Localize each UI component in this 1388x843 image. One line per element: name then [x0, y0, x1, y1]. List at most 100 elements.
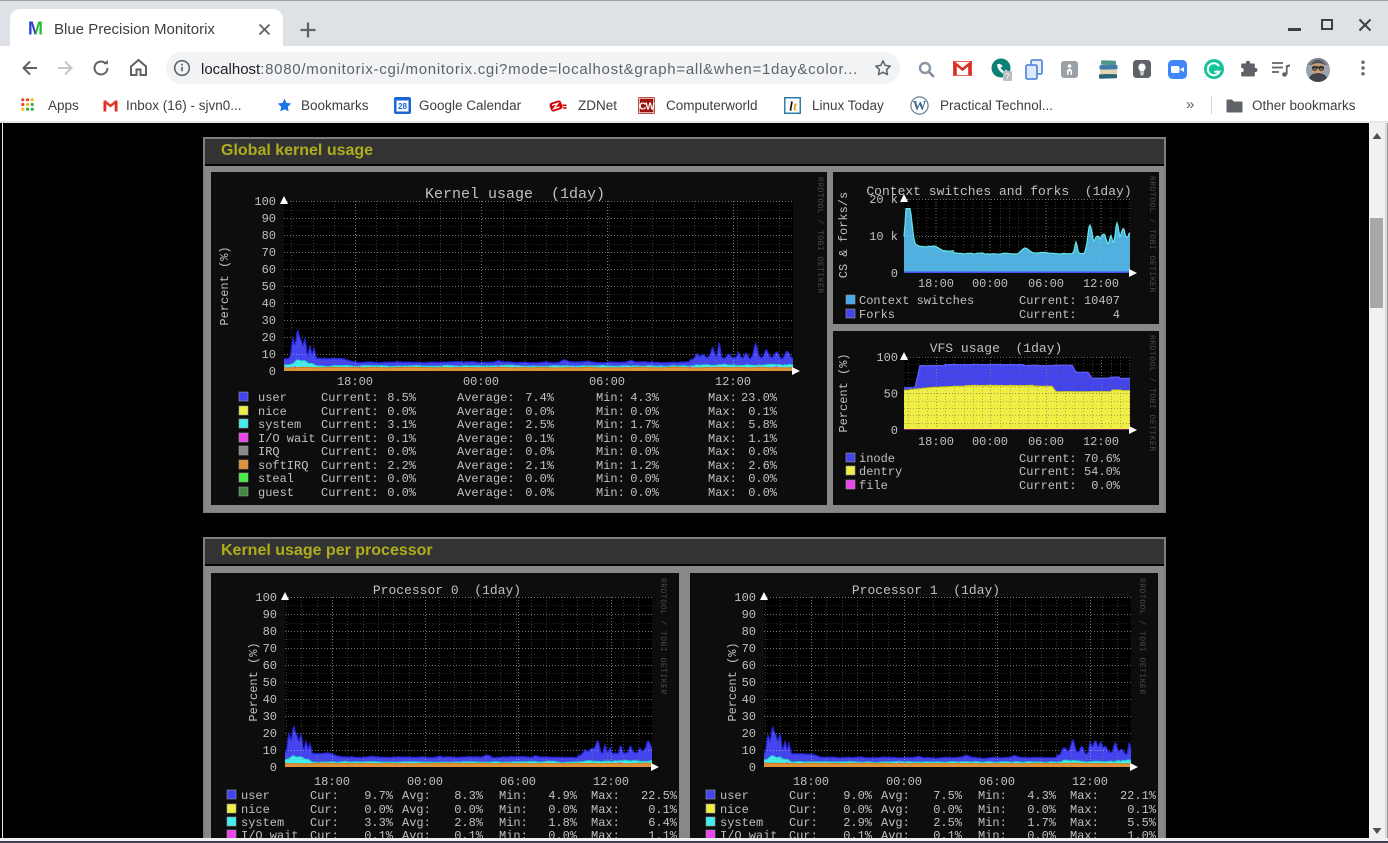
- svg-text:12:00: 12:00: [593, 775, 629, 789]
- svg-text:50: 50: [262, 280, 276, 294]
- svg-text:W: W: [913, 98, 927, 113]
- svg-text:5.5%: 5.5%: [1127, 816, 1157, 830]
- svg-text:0.0%: 0.0%: [630, 432, 660, 446]
- svg-text:1.7%: 1.7%: [1027, 816, 1057, 830]
- svg-text:Max:: Max:: [708, 445, 737, 459]
- svg-text:t: t: [793, 99, 797, 114]
- svg-text:10407: 10407: [1084, 294, 1120, 308]
- svg-text:20: 20: [263, 727, 277, 741]
- svg-text:80: 80: [742, 625, 756, 639]
- svg-text:Average:: Average:: [457, 432, 515, 446]
- svg-text:8.5%: 8.5%: [387, 391, 417, 405]
- svg-text:Max:: Max:: [1070, 816, 1099, 830]
- svg-text:0.1%: 0.1%: [1127, 803, 1157, 817]
- svg-text:60: 60: [263, 659, 277, 673]
- svg-text:Current:: Current:: [1019, 479, 1077, 493]
- svg-text:00:00: 00:00: [463, 375, 499, 389]
- svg-text:0.0%: 0.0%: [1027, 803, 1057, 817]
- svg-text:CS & forks/s: CS & forks/s: [837, 192, 851, 278]
- svg-text:Average:: Average:: [457, 391, 515, 405]
- svg-text:Max:: Max:: [1070, 803, 1099, 817]
- svg-text:0.0%: 0.0%: [630, 445, 660, 459]
- svg-text:Current:: Current:: [321, 391, 379, 405]
- svg-text:Max:: Max:: [1070, 789, 1099, 803]
- svg-text:IRQ: IRQ: [258, 445, 280, 459]
- svg-text:Min:: Min:: [596, 472, 625, 486]
- svg-text:0: 0: [269, 365, 276, 379]
- svg-text:Min:: Min:: [596, 486, 625, 500]
- svg-text:Current:: Current:: [1019, 294, 1077, 308]
- svg-text:18:00: 18:00: [793, 775, 829, 789]
- svg-text:00:00: 00:00: [886, 775, 922, 789]
- svg-text:12:00: 12:00: [1083, 277, 1119, 291]
- svg-text:0: 0: [891, 424, 898, 438]
- svg-text:Percent (%): Percent (%): [726, 642, 740, 721]
- svg-text:Average:: Average:: [457, 405, 515, 419]
- svg-text:6.4%: 6.4%: [648, 816, 678, 830]
- svg-text:9.7%: 9.7%: [364, 789, 394, 803]
- svg-text:Average:: Average:: [457, 459, 515, 473]
- svg-text:06:00: 06:00: [500, 775, 536, 789]
- svg-text:100: 100: [254, 195, 276, 209]
- svg-text:06:00: 06:00: [979, 775, 1015, 789]
- svg-text:Avg:: Avg:: [402, 789, 431, 803]
- svg-text:2.9%: 2.9%: [843, 816, 873, 830]
- svg-text:Average:: Average:: [457, 486, 515, 500]
- svg-text:Max:: Max:: [708, 418, 737, 432]
- svg-text:Current:: Current:: [1019, 452, 1077, 466]
- svg-text:30: 30: [742, 710, 756, 724]
- svg-text:0.0%: 0.0%: [525, 472, 555, 486]
- svg-text:Max:: Max:: [708, 486, 737, 500]
- svg-text:06:00: 06:00: [1028, 277, 1064, 291]
- svg-text:0.0%: 0.0%: [364, 803, 394, 817]
- svg-text:Current:: Current:: [321, 432, 379, 446]
- svg-text:00:00: 00:00: [972, 277, 1008, 291]
- svg-text:0.0%: 0.0%: [525, 445, 555, 459]
- svg-text:nice: nice: [720, 803, 749, 817]
- svg-text:Average:: Average:: [457, 472, 515, 486]
- svg-text:I/O wait: I/O wait: [258, 432, 316, 446]
- svg-text:steal: steal: [258, 472, 294, 486]
- svg-text:7.4%: 7.4%: [525, 391, 555, 405]
- svg-text:RRDTOOL / TOBI OETIKER: RRDTOOL / TOBI OETIKER: [1147, 335, 1156, 452]
- svg-text:RRDTOOL / TOBI OETIKER: RRDTOOL / TOBI OETIKER: [1147, 176, 1156, 293]
- svg-text:Processor 0 (1day): Processor 0 (1day): [373, 583, 521, 598]
- svg-text:0.1%: 0.1%: [525, 432, 555, 446]
- svg-text:90: 90: [742, 608, 756, 622]
- svg-text:4.3%: 4.3%: [630, 391, 660, 405]
- svg-text:Current:: Current:: [321, 405, 379, 419]
- svg-text:Current:: Current:: [1019, 465, 1077, 479]
- svg-text:0.0%: 0.0%: [387, 405, 417, 419]
- svg-text:Min:: Min:: [978, 816, 1007, 830]
- svg-text:0: 0: [749, 761, 756, 775]
- svg-text:4.3%: 4.3%: [1027, 789, 1057, 803]
- svg-text:0.0%: 0.0%: [933, 803, 963, 817]
- svg-text:inode: inode: [859, 452, 895, 466]
- svg-text:Max:: Max:: [708, 432, 737, 446]
- svg-text:Min:: Min:: [596, 405, 625, 419]
- svg-text:0.0%: 0.0%: [548, 803, 578, 817]
- svg-text:0.1%: 0.1%: [648, 803, 678, 817]
- svg-text:3.3%: 3.3%: [364, 816, 394, 830]
- svg-text:1.7%: 1.7%: [630, 418, 660, 432]
- svg-text:Min:: Min:: [499, 816, 528, 830]
- svg-text:0.0%: 0.0%: [525, 405, 555, 419]
- svg-text:Avg:: Avg:: [402, 803, 431, 817]
- svg-text:Cur:: Cur:: [310, 789, 339, 803]
- svg-text:22.1%: 22.1%: [1120, 789, 1157, 803]
- svg-text:2.2%: 2.2%: [387, 459, 417, 473]
- svg-text:18:00: 18:00: [314, 775, 350, 789]
- svg-text:Max:: Max:: [708, 405, 737, 419]
- svg-text:system: system: [258, 418, 301, 432]
- svg-text:Forks: Forks: [859, 308, 895, 322]
- svg-text:20: 20: [262, 331, 276, 345]
- svg-text:50: 50: [263, 676, 277, 690]
- svg-text:0.0%: 0.0%: [843, 803, 873, 817]
- svg-text:2.6%: 2.6%: [748, 459, 778, 473]
- svg-text:06:00: 06:00: [1028, 435, 1064, 449]
- svg-text:Average:: Average:: [457, 418, 515, 432]
- svg-text:0.0%: 0.0%: [630, 405, 660, 419]
- svg-text:0.0%: 0.0%: [454, 803, 484, 817]
- svg-text:RRDTOOL / TOBI OETIKER: RRDTOOL / TOBI OETIKER: [658, 578, 667, 695]
- svg-text:54.0%: 54.0%: [1084, 465, 1121, 479]
